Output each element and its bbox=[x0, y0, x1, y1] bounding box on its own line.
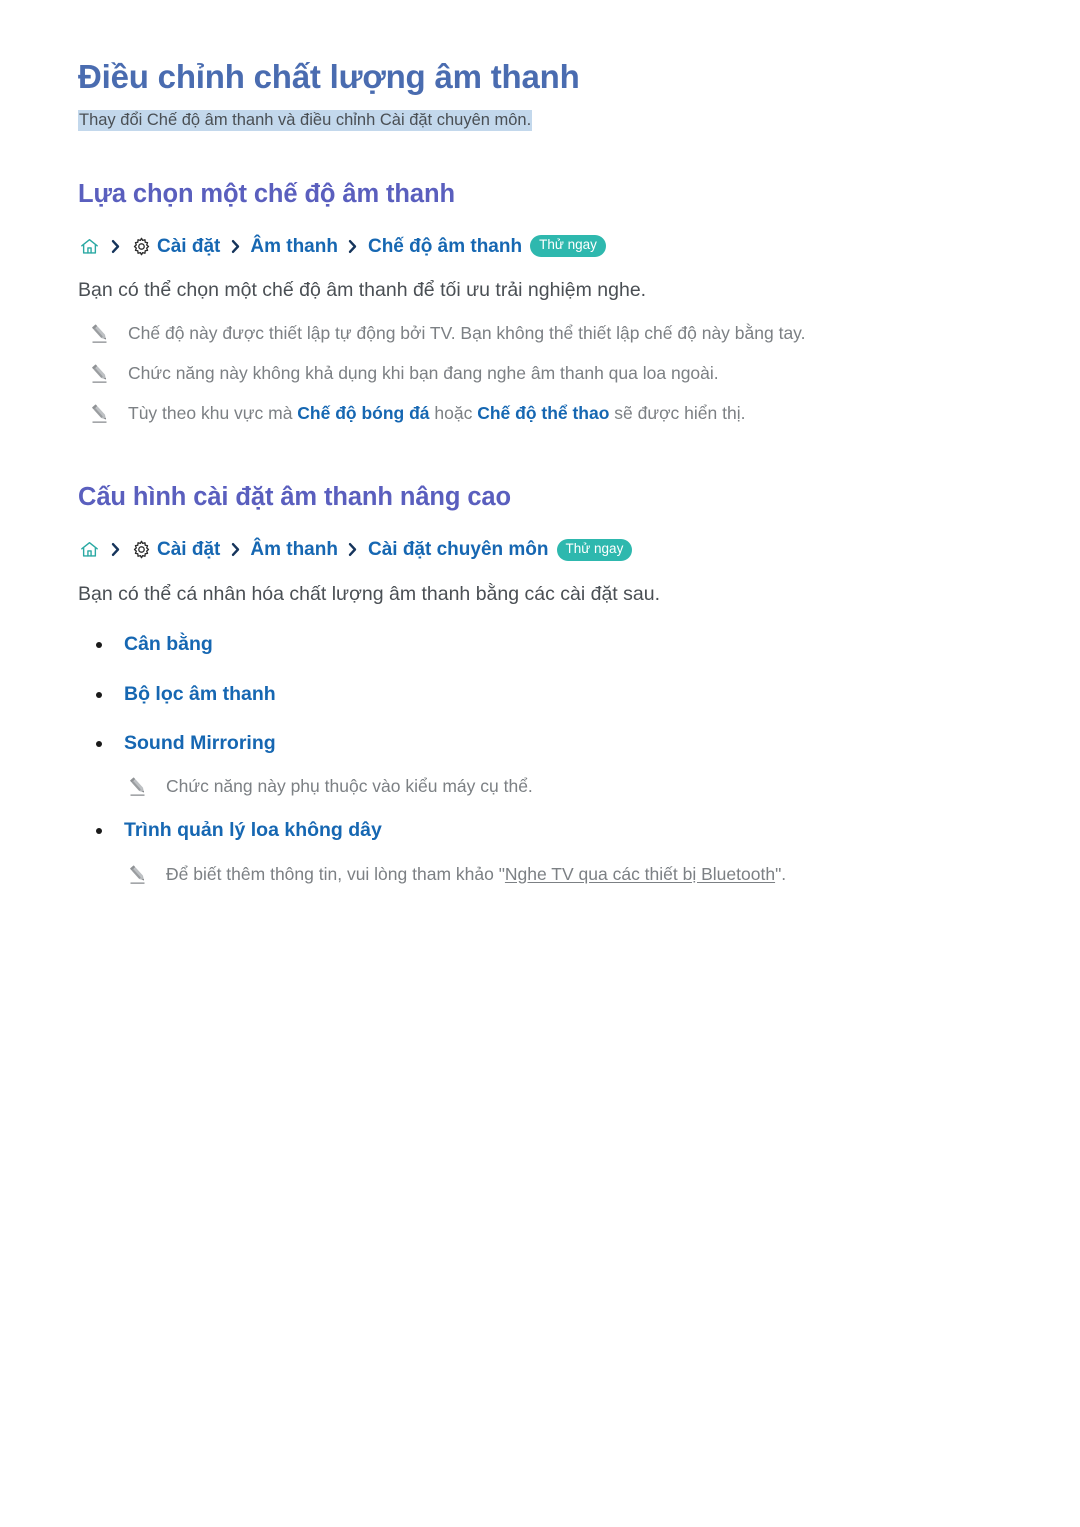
breadcrumb-item-3[interactable]: Cài đặt chuyên môn bbox=[368, 540, 549, 559]
note-item: Tùy theo khu vực mà Chế độ bóng đá hoặc … bbox=[78, 400, 1002, 426]
note-text: Chế độ này được thiết lập tự động bởi TV… bbox=[128, 320, 805, 346]
note-text: Chức năng này phụ thuộc vào kiểu máy cụ … bbox=[166, 773, 533, 799]
bullet-dot-icon bbox=[96, 828, 102, 835]
pencil-icon bbox=[88, 401, 114, 427]
content-section: Lựa chọn một chế độ âm thanh Cài đặt Âm th… bbox=[78, 179, 1002, 427]
note-text: Tùy theo khu vực mà Chế độ bóng đá hoặc … bbox=[128, 400, 745, 426]
emphasized-term: Chế độ thể thao bbox=[477, 403, 610, 424]
note-text-fragment: Tùy theo khu vực mà bbox=[128, 403, 298, 424]
list-item-label[interactable]: Sound Mirroring bbox=[124, 730, 276, 756]
note-text: Chức năng này không khả dụng khi bạn đan… bbox=[128, 360, 719, 386]
pencil-icon bbox=[126, 862, 152, 888]
breadcrumb-item-1[interactable]: Cài đặt bbox=[157, 540, 220, 559]
note-text-fragment: Chế độ này được thiết lập tự động bởi TV… bbox=[128, 322, 806, 343]
emphasized-term: Chế độ bóng đá bbox=[297, 403, 430, 424]
chevron-right-icon bbox=[105, 236, 125, 256]
breadcrumb-item-2[interactable]: Âm thanh bbox=[250, 237, 338, 256]
note-text-fragment: Chức năng này không khả dụng khi bạn đan… bbox=[128, 362, 719, 383]
page-title: Điều chỉnh chất lượng âm thanh bbox=[78, 58, 580, 95]
note-text-fragment: Chức năng này phụ thuộc vào kiểu máy cụ … bbox=[166, 776, 533, 797]
section-heading: Lựa chọn một chế độ âm thanh bbox=[78, 179, 455, 208]
chevron-right-icon bbox=[225, 236, 245, 256]
note-item: Để biết thêm thông tin, vui lòng tham kh… bbox=[78, 861, 1002, 887]
breadcrumb-item-1[interactable]: Cài đặt bbox=[157, 237, 220, 256]
breadcrumb: Cài đặt Âm thanh Cài đặt chuyên môn Thử nga… bbox=[78, 539, 1002, 561]
page-subtitle-row: Thay đổi Chế độ âm thanh và điều chỉnh C… bbox=[78, 106, 1002, 135]
list-item-note-wrapper: Để biết thêm thông tin, vui lòng tham kh… bbox=[78, 861, 1002, 887]
breadcrumb-item-2[interactable]: Âm thanh bbox=[250, 540, 338, 559]
bullet-dot-icon bbox=[96, 691, 102, 698]
note-item: Chức năng này phụ thuộc vào kiểu máy cụ … bbox=[78, 773, 1002, 799]
list-item[interactable]: Cân bằng bbox=[78, 631, 1002, 657]
bullet-dot-icon bbox=[96, 740, 102, 747]
list-item[interactable]: Sound Mirroring bbox=[78, 730, 1002, 756]
chevron-right-icon bbox=[343, 540, 363, 560]
section-body-text: Bạn có thể cá nhân hóa chất lượng âm tha… bbox=[78, 582, 660, 605]
home-icon bbox=[78, 539, 100, 561]
section-body-text: Bạn có thể chọn một chế độ âm thanh để t… bbox=[78, 279, 647, 302]
home-icon bbox=[78, 235, 100, 257]
list-item-label[interactable]: Bộ lọc âm thanh bbox=[124, 681, 276, 707]
note-text-fragment: Để biết thêm thông tin, vui lòng tham kh… bbox=[166, 863, 505, 884]
section-heading: Cấu hình cài đặt âm thanh nâng cao bbox=[78, 483, 511, 512]
note-text-fragment: hoặc bbox=[429, 403, 478, 424]
try-now-badge[interactable]: Thử ngay bbox=[530, 235, 606, 258]
document-page: Điều chỉnh chất lượng âm thanh Thay đổi … bbox=[0, 0, 1080, 1527]
note-text-fragment: ". bbox=[775, 863, 787, 884]
list-item-note-wrapper: Chức năng này phụ thuộc vào kiểu máy cụ … bbox=[78, 773, 1002, 799]
note-text: Để biết thêm thông tin, vui lòng tham kh… bbox=[166, 861, 786, 887]
breadcrumb: Cài đặt Âm thanh Chế độ âm thanh Thử ngay bbox=[78, 235, 1002, 258]
gear-icon bbox=[130, 539, 152, 561]
list-item[interactable]: Trình quản lý loa không dây bbox=[78, 817, 1002, 843]
try-now-badge[interactable]: Thử ngay bbox=[556, 539, 633, 561]
pencil-icon bbox=[88, 361, 114, 387]
chevron-right-icon bbox=[105, 540, 125, 560]
page-subtitle: Thay đổi Chế độ âm thanh và điều chỉnh C… bbox=[78, 109, 533, 131]
chevron-right-icon bbox=[225, 540, 245, 560]
sections-container: Lựa chọn một chế độ âm thanh Cài đặt Âm th… bbox=[78, 179, 1002, 887]
breadcrumb-item-3[interactable]: Chế độ âm thanh bbox=[368, 237, 522, 256]
note-text-fragment: sẽ được hiển thị. bbox=[609, 403, 746, 424]
chevron-right-icon bbox=[343, 236, 363, 256]
content-section: Cấu hình cài đặt âm thanh nâng cao Cài đặ… bbox=[78, 482, 1002, 887]
list-item[interactable]: Bộ lọc âm thanh bbox=[78, 681, 1002, 707]
gear-icon bbox=[130, 235, 152, 257]
bullet-dot-icon bbox=[96, 642, 102, 649]
pencil-icon bbox=[88, 321, 114, 347]
cross-reference-link[interactable]: Nghe TV qua các thiết bị Bluetooth bbox=[505, 864, 775, 884]
list-item-label[interactable]: Trình quản lý loa không dây bbox=[124, 817, 382, 843]
note-item: Chức năng này không khả dụng khi bạn đan… bbox=[78, 360, 1002, 386]
note-item: Chế độ này được thiết lập tự động bởi TV… bbox=[78, 320, 1002, 346]
list-item-label[interactable]: Cân bằng bbox=[124, 631, 213, 657]
settings-list: Cân bằng Bộ lọc âm thanh Sound Mirroring Ch… bbox=[78, 631, 1002, 887]
pencil-icon bbox=[126, 774, 152, 800]
